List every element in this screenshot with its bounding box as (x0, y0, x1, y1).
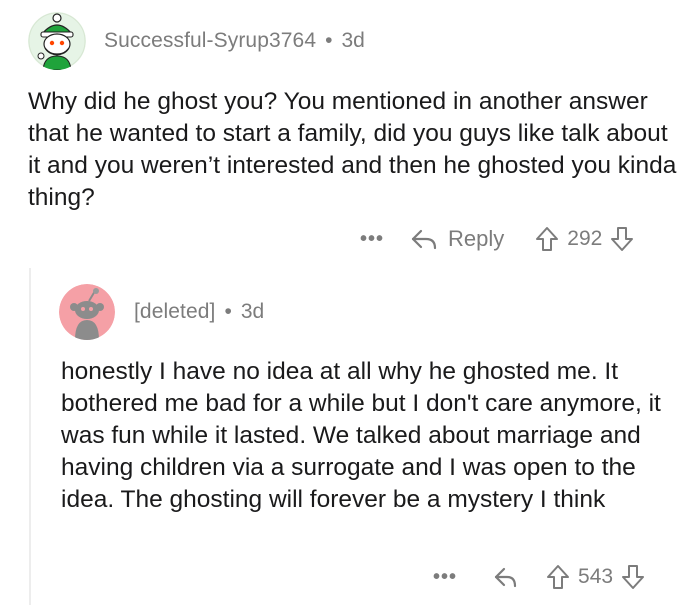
comment-age[interactable]: 3d (241, 300, 264, 324)
more-options-button[interactable]: ••• (360, 229, 384, 249)
comment-username[interactable]: Successful-Syrup3764 (104, 29, 316, 53)
comment-body: Why did he ghost you? You mentioned in a… (28, 88, 677, 211)
deleted-user-avatar-icon (59, 284, 115, 340)
comment-header: [deleted] • 3d (59, 284, 264, 340)
reply-arrow-icon (493, 566, 519, 588)
vote-controls: 292 (534, 225, 635, 253)
comment-action-bar: ••• 543 (433, 563, 646, 591)
vote-score: 543 (578, 565, 614, 588)
comment-username: [deleted] (134, 300, 216, 323)
comment-age[interactable]: 3d (341, 29, 364, 53)
comment-body: honestly I have no idea at all why he gh… (61, 358, 661, 513)
meta-separator: • (325, 29, 333, 52)
reply-label: Reply (448, 226, 505, 251)
snoo-avatar-icon[interactable] (28, 12, 86, 70)
vote-score: 292 (567, 227, 603, 250)
reply-button[interactable]: Reply (410, 226, 504, 252)
reply-arrow-icon (410, 228, 438, 250)
meta-separator: • (224, 300, 232, 323)
comment-header: Successful-Syrup3764 • 3d (28, 12, 365, 70)
vote-controls: 543 (545, 563, 646, 591)
downvote-arrow-icon[interactable] (609, 225, 635, 253)
downvote-arrow-icon[interactable] (620, 563, 646, 591)
reply-button[interactable] (493, 566, 519, 588)
more-options-button[interactable]: ••• (433, 567, 457, 587)
upvote-arrow-icon[interactable] (534, 225, 560, 253)
thread-line[interactable] (29, 268, 31, 605)
upvote-arrow-icon[interactable] (545, 563, 571, 591)
comment-action-bar: ••• Reply 292 (360, 225, 635, 253)
